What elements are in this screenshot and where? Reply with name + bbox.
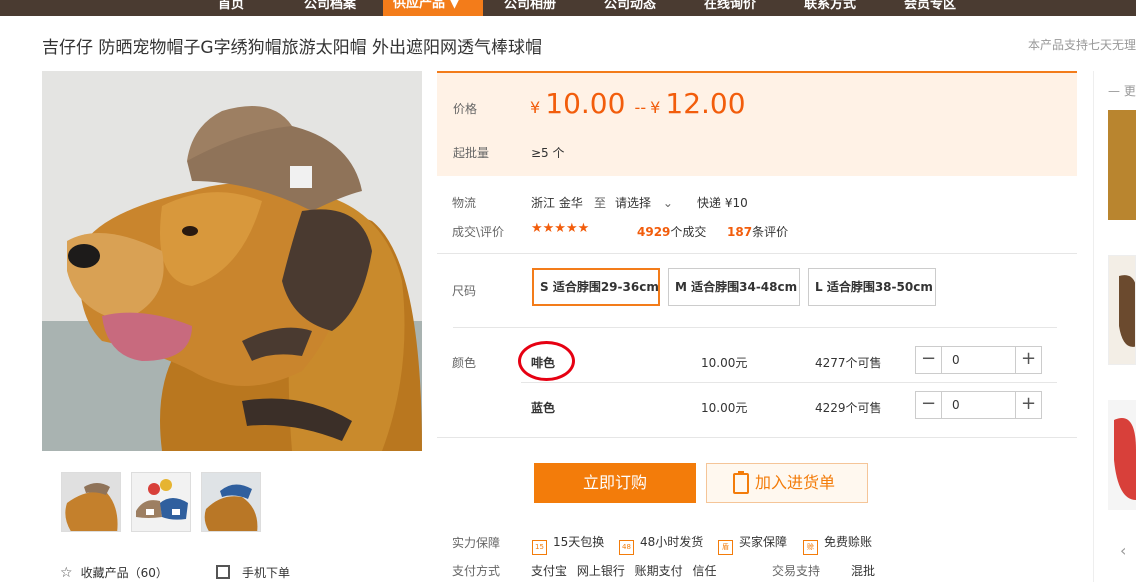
price-low: 10.00 xyxy=(545,87,626,120)
return-notice[interactable]: 本产品支持七天无理 xyxy=(1028,36,1136,53)
color-label: 颜色 xyxy=(452,356,477,370)
divider xyxy=(521,382,1057,383)
express-fee: 快递 ¥10 xyxy=(697,196,748,210)
price-range: ¥ 10.00 -- ¥ 12.00 xyxy=(530,87,746,120)
color-price: 10.00元 xyxy=(701,401,748,415)
moq-value: ≥5 个 xyxy=(531,146,565,160)
quantity-input[interactable]: 0 xyxy=(952,398,960,412)
nav-album[interactable]: 公司相册 xyxy=(504,0,556,16)
guarantee-text: 15天包换 xyxy=(553,535,605,549)
payment-methods: 支付宝 网上银行 账期支付 信任 xyxy=(531,564,717,578)
chevron-down-icon: ⌄ xyxy=(662,196,673,210)
divider xyxy=(437,253,1077,254)
thumbnail-3[interactable] xyxy=(201,472,261,532)
nav-contact[interactable]: 联系方式 xyxy=(804,0,856,16)
color-name-blue: 蓝色 xyxy=(531,401,556,415)
related-product-3[interactable] xyxy=(1108,400,1136,510)
credit-icon: 赊 xyxy=(803,540,818,555)
logistics-label: 物流 xyxy=(452,196,477,210)
destination-select-label: 请选择 xyxy=(615,196,652,210)
guarantee-15-day-exchange[interactable]: 15 15天包换 xyxy=(532,533,604,555)
price-label: 价格 xyxy=(453,102,478,116)
price-separator: -- xyxy=(634,98,647,117)
deals-number: 4929 xyxy=(637,225,671,239)
quantity-input[interactable]: 0 xyxy=(952,353,960,367)
reviews-number: 187 xyxy=(727,225,753,239)
guarantee-text: 买家保障 xyxy=(739,535,788,549)
currency-symbol: ¥ xyxy=(530,98,541,117)
favorite-product-link[interactable]: ☆ 收藏产品（60） xyxy=(60,564,168,581)
plus-button[interactable]: + xyxy=(1015,392,1041,418)
mobile-order-label: 手机下单 xyxy=(242,566,291,580)
buy-now-button[interactable]: 立即订购 xyxy=(534,463,696,503)
product-title: 吉仔仔 防晒宠物帽子G字绣狗帽旅游太阳帽 外出遮阳网透气棒球帽 xyxy=(42,38,542,58)
nav-members[interactable]: 会员专区 xyxy=(904,0,956,16)
minus-button[interactable]: − xyxy=(916,392,942,418)
shield-icon: 盾 xyxy=(718,540,733,555)
reviews-unit: 条评价 xyxy=(752,225,789,239)
related-product-2[interactable] xyxy=(1108,255,1136,365)
related-product-1[interactable] xyxy=(1108,110,1136,220)
nav-products[interactable]: 供应产品 ▼ xyxy=(383,0,483,16)
minus-button[interactable]: − xyxy=(916,347,942,373)
destination-select[interactable]: 请选择 ⌄ xyxy=(615,194,673,211)
moq-label: 起批量 xyxy=(453,146,490,160)
plus-button[interactable]: + xyxy=(1015,347,1041,373)
divider xyxy=(453,327,1057,328)
nav-home[interactable]: 首页 xyxy=(218,0,244,16)
reviews-count[interactable]: 187条评价 xyxy=(727,223,788,240)
currency-symbol-2: ¥ xyxy=(650,98,661,117)
guarantee-text: 免费赊账 xyxy=(824,535,873,549)
guarantee-free-credit[interactable]: 赊免费赊账 xyxy=(803,533,872,555)
size-option-m[interactable]: M 适合脖围34-48cm xyxy=(668,268,800,306)
nav-news[interactable]: 公司动态 xyxy=(604,0,656,16)
highlight-annotation xyxy=(518,341,575,381)
shipping-icon: 48 xyxy=(619,540,634,555)
exchange-icon: 15 xyxy=(532,540,547,555)
size-label: 尺码 xyxy=(452,284,477,298)
divider xyxy=(437,437,1077,438)
color-stock: 4229个可售 xyxy=(815,401,882,415)
quantity-stepper-blue: − 0 + xyxy=(915,391,1042,419)
chevron-left-icon[interactable]: ‹ xyxy=(1120,541,1126,560)
deals-unit: 个成交 xyxy=(670,225,707,239)
nav-inquiry[interactable]: 在线询价 xyxy=(704,0,756,16)
size-option-s[interactable]: S 适合脖围29-36cm xyxy=(532,268,660,306)
guarantee-48h-shipping[interactable]: 48 48小时发货 xyxy=(619,533,703,555)
trade-support-label: 交易支持 xyxy=(772,564,821,578)
guarantee-text: 48小时发货 xyxy=(640,535,704,549)
deals-reviews-label: 成交\评价 xyxy=(452,225,505,239)
thumbnail-1[interactable] xyxy=(61,472,121,532)
color-price: 10.00元 xyxy=(701,356,748,370)
logistics-from: 浙江 金华 xyxy=(531,196,583,210)
related-heading: — 更 xyxy=(1108,84,1136,98)
star-outline-icon: ☆ xyxy=(60,565,73,581)
top-nav: 首页 公司档案 供应产品 ▼ 公司相册 公司动态 在线询价 联系方式 会员专区 xyxy=(0,0,1136,16)
favorite-label: 收藏产品（60） xyxy=(80,566,168,580)
clipboard-icon xyxy=(733,471,749,494)
guarantee-label: 实力保障 xyxy=(452,536,501,550)
price-high: 12.00 xyxy=(665,87,746,120)
guarantee-buyer-protection[interactable]: 盾买家保障 xyxy=(718,533,787,555)
quantity-stepper-brown: − 0 + xyxy=(915,346,1042,374)
qr-code-icon xyxy=(216,565,230,579)
deals-count[interactable]: 4929个成交 xyxy=(637,223,706,240)
logistics-to-word: 至 xyxy=(594,196,607,210)
payment-label: 支付方式 xyxy=(452,564,501,578)
nav-company-profile[interactable]: 公司档案 xyxy=(304,0,356,16)
rating-stars-icon: ★★★★★ xyxy=(531,221,590,236)
color-stock: 4277个可售 xyxy=(815,356,882,370)
main-product-image[interactable] xyxy=(42,71,422,451)
add-to-cart-label: 加入进货单 xyxy=(755,473,836,492)
size-option-l[interactable]: L 适合脖围38-50cm xyxy=(808,268,936,306)
add-to-cart-button[interactable]: 加入进货单 xyxy=(706,463,868,503)
trade-support-value: 混批 xyxy=(851,564,876,578)
mobile-order-link[interactable]: 手机下单 xyxy=(216,564,290,581)
thumbnail-2[interactable] xyxy=(131,472,191,532)
